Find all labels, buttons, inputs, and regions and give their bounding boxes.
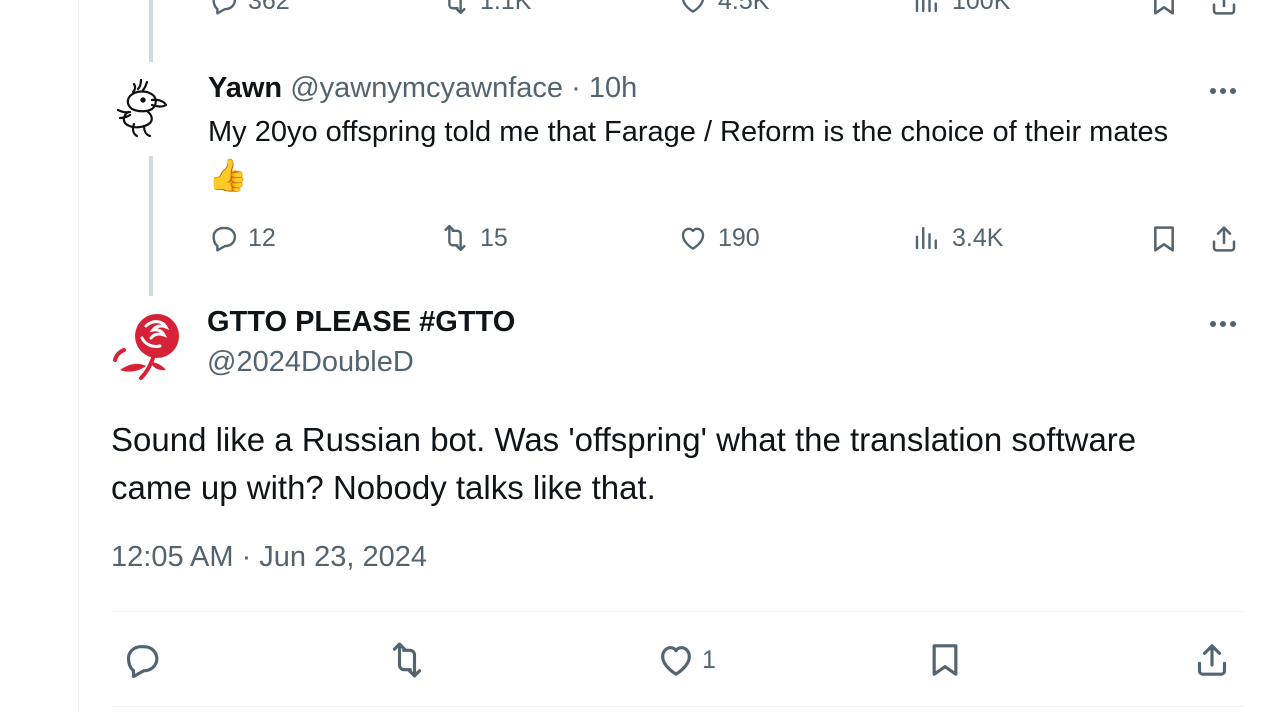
more-dot (1220, 321, 1226, 327)
top-reply-count: 362 (248, 0, 290, 15)
like-button[interactable]: 190 (678, 223, 760, 253)
repost-icon (448, 0, 466, 15)
reply-count: 12 (248, 223, 276, 252)
author-name[interactable]: Yawn (208, 72, 282, 104)
share-icon (1197, 644, 1227, 676)
main-reply-button[interactable] (121, 640, 161, 680)
repost-icon (392, 642, 422, 678)
reply-header: Yawn @yawnymcyawnface · 10h (208, 72, 637, 105)
top-repost-button[interactable]: 1.1K (440, 0, 531, 16)
bookmark-button[interactable] (1148, 223, 1180, 260)
views-button[interactable]: 3.4K (912, 223, 1003, 253)
bookmark-icon (932, 644, 958, 676)
views-icon (915, 0, 937, 13)
reply-text: My 20yo offspring told me that Farage / … (208, 116, 1169, 148)
heart-icon (681, 227, 705, 250)
tweet-timestamp[interactable]: 12:05 AM · Jun 23, 2024 (111, 541, 427, 574)
more-dot (1210, 88, 1216, 94)
more-dot (1230, 88, 1236, 94)
tweet-time[interactable]: 10h (589, 72, 637, 104)
views-count: 3.4K (952, 223, 1004, 252)
woodstock-avatar-icon (116, 78, 168, 138)
more-dot (1230, 321, 1236, 327)
repost-icon (444, 224, 466, 252)
main-tweet-text: Sound like a Russian bot. Was 'offspring… (111, 416, 1136, 512)
top-views-count: 100K (952, 0, 1011, 15)
main-repost-button[interactable] (387, 640, 427, 680)
reply-button[interactable]: 12 (208, 223, 276, 253)
reply-more-button[interactable] (1210, 88, 1236, 94)
heart-icon (661, 646, 691, 676)
avatar[interactable] (110, 74, 184, 148)
main-author-name[interactable]: GTTO PLEASE #GTTO (207, 306, 515, 339)
top-views-button[interactable]: 100K (912, 0, 1010, 16)
top-repost-count: 1.1K (480, 0, 532, 15)
repost-count: 15 (480, 223, 508, 252)
main-tweet-text-line: Sound like a Russian bot. Was 'offspring… (111, 421, 1137, 458)
main-share-button[interactable] (1192, 640, 1232, 680)
reply-icon (126, 645, 159, 679)
bookmark-icon (1154, 226, 1174, 252)
views-icon (915, 226, 937, 250)
top-reply-button[interactable]: 362 (208, 0, 290, 16)
like-count: 190 (718, 223, 760, 252)
main-bookmark-button[interactable] (925, 640, 965, 680)
author-handle[interactable]: @yawnymcyawnface (290, 72, 563, 104)
top-like-count: 4.5K (718, 0, 770, 15)
bottom-divider (111, 706, 1243, 707)
time-separator: · (571, 72, 581, 104)
thread-line-mid (149, 156, 153, 296)
top-share-button[interactable] (1208, 0, 1240, 23)
main-like-count: 1 (702, 645, 716, 674)
rose-avatar-icon (113, 314, 179, 380)
divider (111, 611, 1243, 612)
share-icon (1212, 0, 1236, 15)
top-like-button[interactable]: 4.5K (678, 0, 769, 16)
more-dot (1220, 88, 1226, 94)
bookmark-icon (1154, 0, 1174, 15)
repost-button[interactable]: 15 (440, 223, 508, 253)
main-more-button[interactable] (1210, 321, 1236, 327)
reply-icon (212, 0, 237, 15)
reply-icon (212, 226, 237, 252)
main-like-button[interactable]: 1 (656, 640, 716, 680)
main-avatar[interactable] (110, 304, 192, 386)
timeline-border (78, 0, 79, 712)
share-icon (1212, 226, 1236, 252)
thread-line-top (149, 0, 153, 62)
top-bookmark-button[interactable] (1148, 0, 1180, 23)
more-dot (1210, 321, 1216, 327)
main-author-handle[interactable]: @2024DoubleD (207, 346, 414, 379)
main-tweet-text-line: came up with? Nobody talks like that. (111, 469, 656, 506)
thumbs-up-emoji: 👍 (208, 157, 248, 193)
heart-icon (682, 0, 704, 13)
share-button[interactable] (1208, 223, 1240, 260)
